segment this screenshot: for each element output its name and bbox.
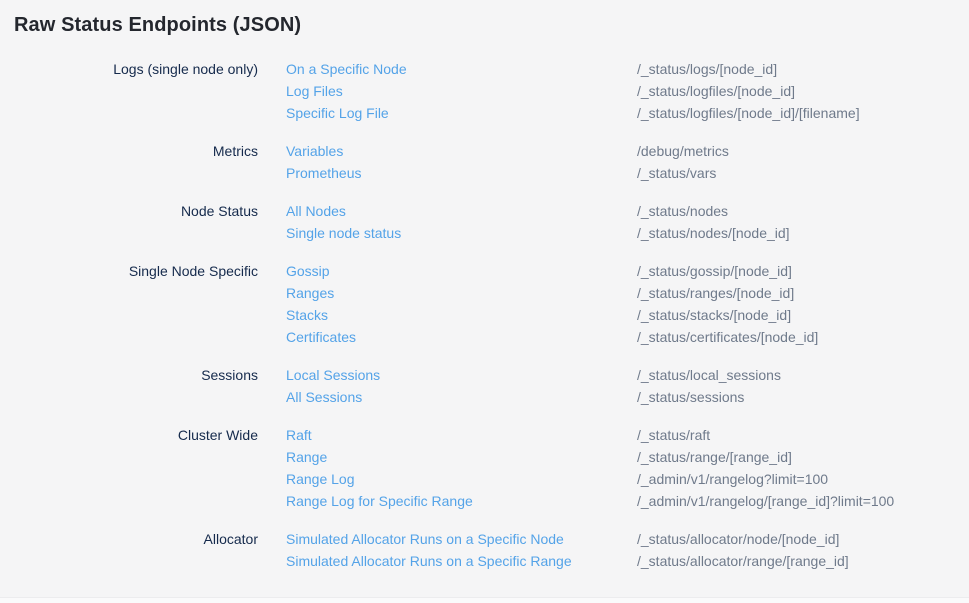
endpoint-path: /_status/logs/[node_id] (637, 58, 860, 80)
endpoint-row: Range Log for Specific Range /_admin/v1/… (286, 490, 894, 512)
endpoint-row: All Nodes /_status/nodes (286, 200, 790, 222)
endpoint-section: Single Node Specific Gossip /_status/gos… (0, 260, 969, 348)
endpoint-link[interactable]: Range (286, 446, 637, 468)
endpoint-row: On a Specific Node /_status/logs/[node_i… (286, 58, 860, 80)
endpoint-row: Specific Log File /_status/logfiles/[nod… (286, 102, 860, 124)
endpoint-path: /_status/certificates/[node_id] (637, 326, 818, 348)
endpoint-path: /_status/allocator/range/[range_id] (637, 550, 849, 572)
endpoint-link[interactable]: Range Log for Specific Range (286, 490, 637, 512)
endpoint-path: /_status/logfiles/[node_id] (637, 80, 860, 102)
endpoint-section: Node Status All Nodes /_status/nodes Sin… (0, 200, 969, 244)
endpoint-link[interactable]: On a Specific Node (286, 58, 637, 80)
endpoint-link[interactable]: Simulated Allocator Runs on a Specific N… (286, 528, 637, 550)
endpoint-row: Variables /debug/metrics (286, 140, 729, 162)
endpoint-link[interactable]: Prometheus (286, 162, 637, 184)
endpoint-path: /_status/vars (637, 162, 729, 184)
page-footer-strip (0, 597, 969, 603)
endpoint-path: /_status/gossip/[node_id] (637, 260, 818, 282)
endpoint-path: /_status/allocator/node/[node_id] (637, 528, 849, 550)
endpoint-path: /_status/logfiles/[node_id]/[filename] (637, 102, 860, 124)
endpoint-entries: All Nodes /_status/nodes Single node sta… (286, 200, 790, 244)
endpoint-entries: Gossip /_status/gossip/[node_id] Ranges … (286, 260, 818, 348)
endpoint-entries: Simulated Allocator Runs on a Specific N… (286, 528, 849, 572)
endpoint-path: /_status/stacks/[node_id] (637, 304, 818, 326)
endpoint-link[interactable]: All Nodes (286, 200, 637, 222)
endpoint-section: Cluster Wide Raft /_status/raft Range /_… (0, 424, 969, 512)
endpoint-path: /_status/range/[range_id] (637, 446, 894, 468)
endpoint-row: Range Log /_admin/v1/rangelog?limit=100 (286, 468, 894, 490)
endpoint-path: /debug/metrics (637, 140, 729, 162)
endpoint-link[interactable]: All Sessions (286, 386, 637, 408)
endpoint-row: Local Sessions /_status/local_sessions (286, 364, 781, 386)
endpoint-row: Simulated Allocator Runs on a Specific R… (286, 550, 849, 572)
endpoint-link[interactable]: Single node status (286, 222, 637, 244)
endpoint-entries: Raft /_status/raft Range /_status/range/… (286, 424, 894, 512)
endpoint-entries: On a Specific Node /_status/logs/[node_i… (286, 58, 860, 124)
endpoint-path: /_status/nodes (637, 200, 790, 222)
endpoint-section: Metrics Variables /debug/metrics Prometh… (0, 140, 969, 184)
endpoint-path: /_admin/v1/rangelog/[range_id]?limit=100 (637, 490, 894, 512)
category-label: Logs (single node only) (0, 58, 258, 80)
endpoint-path: /_admin/v1/rangelog?limit=100 (637, 468, 894, 490)
category-label: Metrics (0, 140, 258, 162)
endpoint-link[interactable]: Certificates (286, 326, 637, 348)
endpoint-section: Allocator Simulated Allocator Runs on a … (0, 528, 969, 572)
endpoint-row: Single node status /_status/nodes/[node_… (286, 222, 790, 244)
endpoint-link[interactable]: Variables (286, 140, 637, 162)
endpoint-row: Certificates /_status/certificates/[node… (286, 326, 818, 348)
endpoint-section: Logs (single node only) On a Specific No… (0, 58, 969, 124)
endpoint-row: Gossip /_status/gossip/[node_id] (286, 260, 818, 282)
endpoint-row: Ranges /_status/ranges/[node_id] (286, 282, 818, 304)
endpoint-entries: Local Sessions /_status/local_sessions A… (286, 364, 781, 408)
endpoint-link[interactable]: Range Log (286, 468, 637, 490)
endpoint-link[interactable]: Ranges (286, 282, 637, 304)
endpoint-link[interactable]: Specific Log File (286, 102, 637, 124)
endpoint-row: Log Files /_status/logfiles/[node_id] (286, 80, 860, 102)
endpoint-link[interactable]: Local Sessions (286, 364, 637, 386)
endpoint-link[interactable]: Gossip (286, 260, 637, 282)
endpoint-section: Sessions Local Sessions /_status/local_s… (0, 364, 969, 408)
endpoint-row: Range /_status/range/[range_id] (286, 446, 894, 468)
endpoints-table: Logs (single node only) On a Specific No… (0, 58, 969, 572)
endpoint-row: Stacks /_status/stacks/[node_id] (286, 304, 818, 326)
endpoint-entries: Variables /debug/metrics Prometheus /_st… (286, 140, 729, 184)
endpoint-path: /_status/raft (637, 424, 894, 446)
category-label: Sessions (0, 364, 258, 386)
endpoint-row: Simulated Allocator Runs on a Specific N… (286, 528, 849, 550)
category-label: Single Node Specific (0, 260, 258, 282)
endpoint-row: Prometheus /_status/vars (286, 162, 729, 184)
category-label: Cluster Wide (0, 424, 258, 446)
endpoint-path: /_status/nodes/[node_id] (637, 222, 790, 244)
endpoint-row: All Sessions /_status/sessions (286, 386, 781, 408)
endpoint-row: Raft /_status/raft (286, 424, 894, 446)
page-title: Raw Status Endpoints (JSON) (0, 0, 969, 37)
endpoint-link[interactable]: Log Files (286, 80, 637, 102)
category-label: Node Status (0, 200, 258, 222)
endpoint-link[interactable]: Raft (286, 424, 637, 446)
endpoint-link[interactable]: Stacks (286, 304, 637, 326)
endpoint-path: /_status/ranges/[node_id] (637, 282, 818, 304)
category-label: Allocator (0, 528, 258, 550)
endpoint-path: /_status/local_sessions (637, 364, 781, 386)
endpoint-link[interactable]: Simulated Allocator Runs on a Specific R… (286, 550, 637, 572)
endpoint-path: /_status/sessions (637, 386, 781, 408)
